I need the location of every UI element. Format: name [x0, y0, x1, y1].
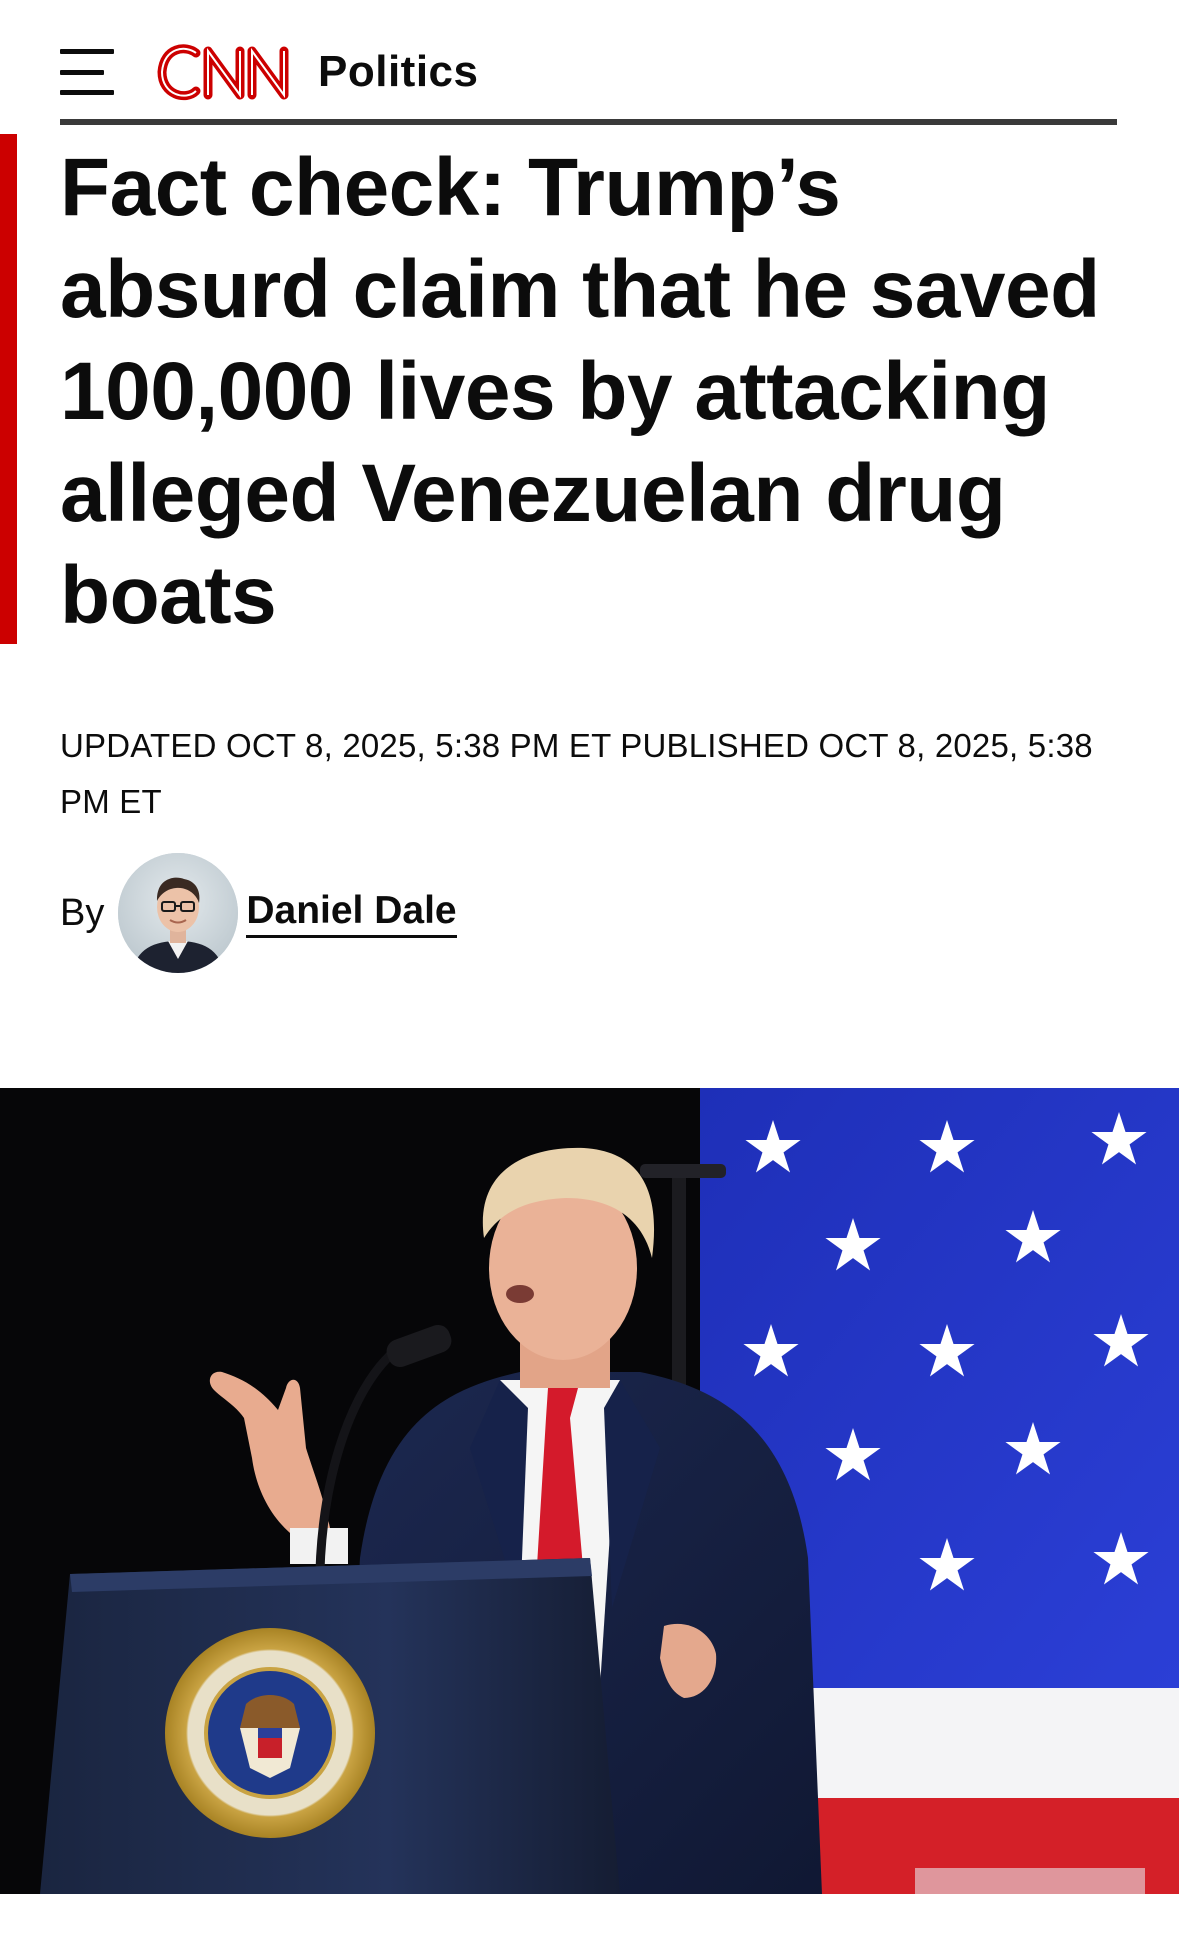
author-avatar[interactable]	[118, 853, 239, 973]
cnn-logo-icon[interactable]	[156, 39, 296, 105]
header-divider	[60, 119, 1117, 125]
author-avatar-photo	[118, 853, 239, 973]
top-navigation-bar: Politics	[60, 24, 1117, 120]
headline-accent-bar	[0, 134, 17, 644]
article-timestamp: UPDATED OCT 8, 2025, 5:38 PM ET PUBLISHE…	[60, 727, 1093, 820]
menu-line	[60, 69, 104, 75]
menu-line	[60, 90, 114, 95]
author-name-link[interactable]: Daniel Dale	[246, 889, 457, 938]
hero-image	[0, 1088, 1179, 1894]
speaker-at-podium-photo	[0, 1088, 1179, 1894]
byline: By Daniel Dale	[60, 852, 457, 974]
menu-line	[60, 49, 114, 54]
article-headline: Fact check: Trump’s absurd claim that he…	[60, 142, 1100, 641]
presidential-seal-icon	[165, 1628, 375, 1838]
hamburger-menu-icon[interactable]	[60, 49, 122, 95]
section-label-politics[interactable]: Politics	[318, 47, 479, 97]
byline-prefix: By	[60, 891, 105, 934]
